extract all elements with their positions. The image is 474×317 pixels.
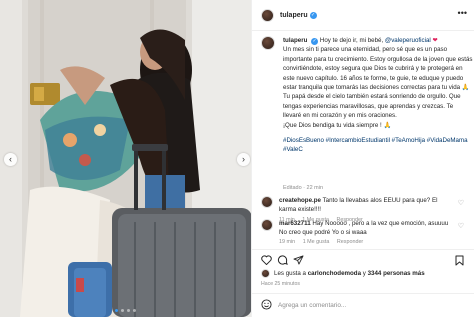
comment-username[interactable]: createhope.pe <box>279 197 321 204</box>
photo-illustration <box>0 0 251 317</box>
like-icon[interactable] <box>261 255 272 266</box>
comments-scroll-area[interactable]: tulaperu ✓ Hoy te dejo ir, mi bebé, @val… <box>252 31 474 247</box>
next-arrow-icon[interactable]: › <box>237 153 250 166</box>
verified-badge-icon: ✓ <box>311 38 319 45</box>
post-time-ago: Hace 25 minutos <box>261 281 300 287</box>
post-photo[interactable]: ‹ › <box>0 0 251 317</box>
caption-line-3: Tu papá desde el cielo también estará so… <box>283 93 461 120</box>
caption-username[interactable]: tulaperu <box>283 37 307 44</box>
avatar[interactable] <box>261 8 274 22</box>
comment-like-icon[interactable]: ♡ <box>458 200 464 207</box>
comment-meta: 19 min 1 Me gusta Responder <box>279 239 369 245</box>
likes-middle: y <box>362 270 366 277</box>
carousel-dot <box>133 309 136 312</box>
comment-input[interactable] <box>278 302 468 309</box>
add-comment-bar <box>252 293 474 317</box>
carousel-dot <box>115 309 118 312</box>
comment-time: 19 min <box>279 239 296 245</box>
avatar[interactable] <box>261 219 273 231</box>
prev-arrow-icon[interactable]: ‹ <box>4 153 17 166</box>
heart-emoji-icon: ❤ <box>432 37 438 44</box>
caption-hashtags[interactable]: #DiosEsBueno #IntercambioEstudiantil #Te… <box>283 136 473 155</box>
carousel-dots <box>0 309 251 312</box>
likes-user[interactable]: carlonchodemoda <box>308 270 361 277</box>
caption-line-2: Un mes sin ti parece una eternidad, pero… <box>283 46 473 92</box>
avatar[interactable] <box>261 196 273 208</box>
verified-badge-icon: ✓ <box>309 11 317 19</box>
carousel-dot <box>127 309 130 312</box>
avatar[interactable] <box>261 36 275 50</box>
caption-line-1: Hoy te dejo ir, mi bebé <box>319 37 382 44</box>
likes-summary[interactable]: Les gusta a carlonchodemoda y 3344 perso… <box>261 269 425 278</box>
save-icon[interactable] <box>455 255 464 266</box>
comment-likes[interactable]: 1 Me gusta <box>303 239 330 245</box>
post-header: tulaperu ✓ ••• <box>252 0 474 31</box>
header-username[interactable]: tulaperu <box>280 12 308 19</box>
edited-timestamp: Editado · 22 min <box>283 185 324 191</box>
likes-prefix: Les gusta a <box>274 270 306 277</box>
avatar <box>261 269 270 278</box>
action-bar <box>252 249 474 269</box>
comment-like-icon[interactable]: ♡ <box>458 223 464 230</box>
comment-reply-button[interactable]: Responder <box>337 239 363 245</box>
more-icon[interactable]: ••• <box>458 9 467 18</box>
comment-username[interactable]: mar632711 <box>279 220 311 227</box>
carousel-dot <box>121 309 124 312</box>
post-side-panel: tulaperu ✓ ••• tulaperu ✓ Hoy te dejo ir… <box>251 0 474 317</box>
likes-count[interactable]: 3344 personas más <box>368 270 425 277</box>
share-icon[interactable] <box>293 255 304 265</box>
caption-mention[interactable]: @valeperuoficial <box>385 37 431 44</box>
caption-line-4: ¡Que Dios bendiga tu vida siempre ! <box>283 121 382 129</box>
comment-icon[interactable] <box>277 255 288 265</box>
emoji-icon[interactable] <box>261 297 272 315</box>
